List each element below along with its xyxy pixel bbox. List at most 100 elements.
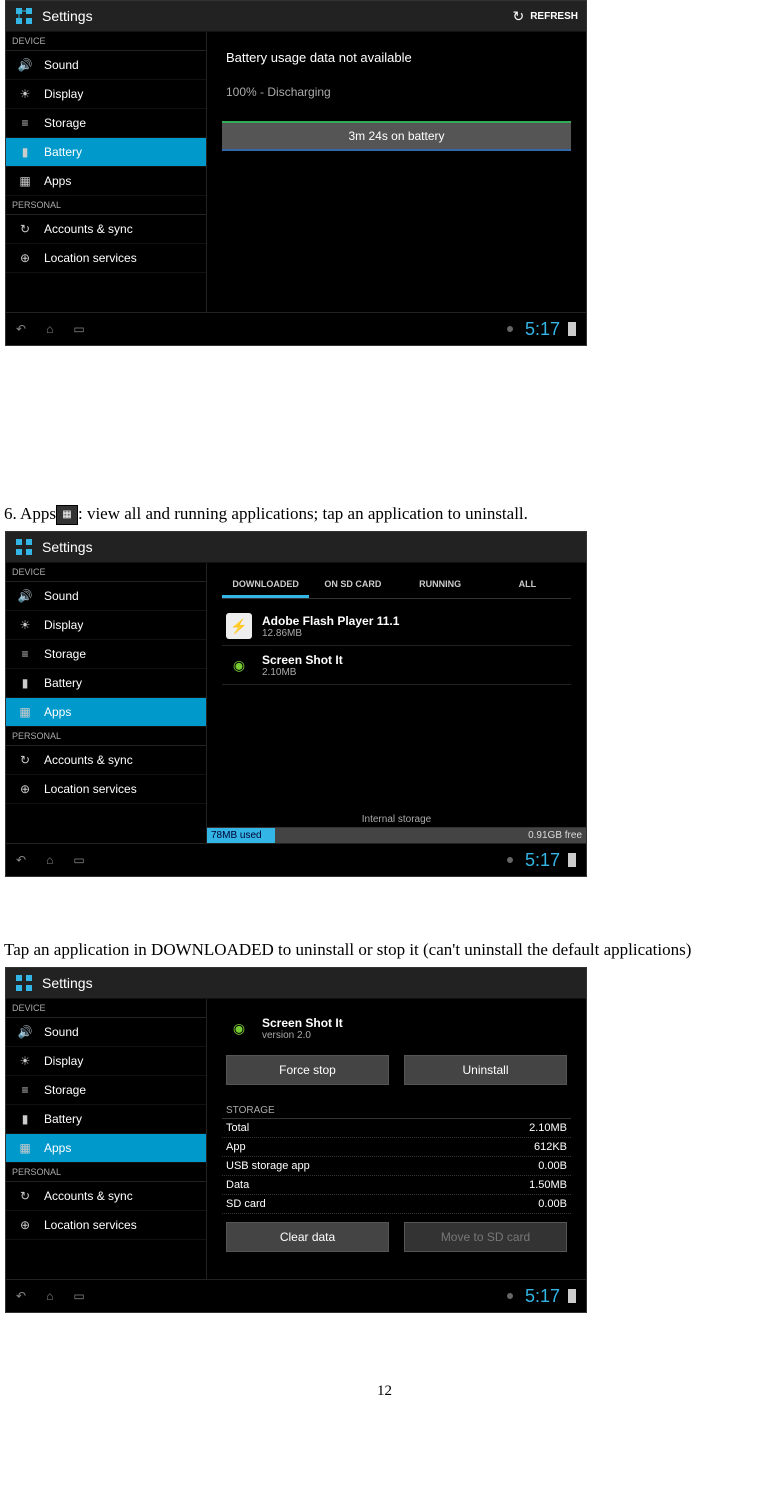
sidebar-item-storage[interactable]: ≡Storage — [6, 640, 206, 669]
sidebar-item-battery[interactable]: ▮Battery — [6, 669, 206, 698]
section-device: DEVICE — [6, 32, 206, 51]
battery-status-icon — [568, 322, 576, 336]
sidebar-item-accounts[interactable]: ↻Accounts & sync — [6, 746, 206, 775]
app-size: 2.10MB — [262, 667, 343, 678]
battery-msg: Battery usage data not available — [222, 42, 571, 73]
sidebar-item-storage[interactable]: ≡Storage — [6, 109, 206, 138]
status-dot — [507, 1293, 513, 1299]
app-detail-name: Screen Shot It — [262, 1016, 343, 1030]
back-icon[interactable]: ↶ — [16, 1289, 26, 1303]
sidebar-item-location[interactable]: ⊕ Location services — [6, 244, 206, 273]
storage-free: 0.91GB free — [524, 828, 586, 843]
settings-icon — [14, 537, 34, 557]
location-icon: ⊕ — [16, 1218, 34, 1232]
sync-icon: ↻ — [16, 1189, 34, 1203]
sidebar-item-apps[interactable]: ▦Apps — [6, 167, 206, 196]
back-icon[interactable]: ↶ — [16, 322, 26, 336]
battery-icon: ▮ — [16, 676, 34, 690]
location-icon: ⊕ — [16, 251, 34, 265]
battery-status-icon — [568, 853, 576, 867]
sidebar-item-label: Sound — [44, 58, 79, 72]
sidebar-item-sound[interactable]: 🔊Sound — [6, 51, 206, 80]
settings-sidebar: DEVICE 🔊Sound ☀Display ≡Storage ▮Battery… — [6, 563, 207, 843]
sidebar-item-storage[interactable]: ≡Storage — [6, 1076, 206, 1105]
app-detail-version: version 2.0 — [262, 1030, 343, 1041]
tab-downloaded[interactable]: DOWNLOADED — [222, 573, 309, 598]
apps-icon: ▦ — [16, 705, 34, 719]
navbar: ↶ ⌂ ▭ 5:17 — [6, 312, 586, 345]
storage-used: 78MB used — [207, 828, 275, 843]
refresh-icon[interactable]: ↻ — [512, 8, 524, 25]
sidebar-item-display[interactable]: ☀Display — [6, 611, 206, 640]
battery-status: 100% - Discharging — [222, 73, 571, 111]
recent-icon[interactable]: ▭ — [73, 1289, 84, 1303]
battery-status-icon — [568, 1289, 576, 1303]
sidebar-item-battery[interactable]: ▮Battery — [6, 138, 206, 167]
content-app-detail: ◉ Screen Shot It version 2.0 Force stop … — [207, 999, 586, 1279]
app-row-screenshot[interactable]: ◉ Screen Shot It 2.10MB — [222, 646, 571, 685]
content-battery: Battery usage data not available 100% - … — [207, 32, 586, 312]
app-row-flash[interactable]: ⚡ Adobe Flash Player 11.1 12.86MB — [222, 607, 571, 646]
clear-data-button[interactable]: Clear data — [226, 1222, 389, 1252]
stat-data: Data1.50MB — [222, 1176, 571, 1195]
clock: 5:17 — [525, 850, 560, 871]
status-dot — [507, 326, 513, 332]
doc-text-1: 6. Apps▦: view all and running applicati… — [0, 496, 769, 531]
sidebar-item-accounts[interactable]: ↻Accounts & sync — [6, 1182, 206, 1211]
location-icon: ⊕ — [16, 782, 34, 796]
status-dot — [507, 857, 513, 863]
sidebar-item-apps[interactable]: ▦Apps — [6, 698, 206, 727]
sidebar-item-sound[interactable]: 🔊Sound — [6, 582, 206, 611]
sidebar-item-label: Location services — [44, 251, 137, 265]
clock: 5:17 — [525, 319, 560, 340]
tab-running[interactable]: RUNNING — [397, 573, 484, 598]
recent-icon[interactable]: ▭ — [73, 322, 84, 336]
battery-icon: ▮ — [16, 145, 34, 159]
settings-sidebar: DEVICE 🔊Sound ☀Display ≡Storage ▮Battery… — [6, 999, 207, 1279]
stat-total: Total2.10MB — [222, 1119, 571, 1138]
settings-header: Settings — [6, 968, 586, 999]
tab-all[interactable]: ALL — [484, 573, 571, 598]
sidebar-item-accounts[interactable]: ↻Accounts & sync — [6, 215, 206, 244]
sidebar-item-location[interactable]: ⊕Location services — [6, 775, 206, 804]
storage-icon: ≡ — [16, 647, 34, 661]
screenshot-app-detail: Settings DEVICE 🔊Sound ☀Display ≡Storage… — [5, 967, 587, 1313]
android-icon: ◉ — [226, 1015, 252, 1041]
navbar: ↶ ⌂ ▭ 5:17 — [6, 843, 586, 876]
battery-icon: ▮ — [16, 1112, 34, 1126]
sidebar-item-display[interactable]: ☀Display — [6, 80, 206, 109]
apps-icon: ▦ — [16, 174, 34, 188]
header-title: Settings — [42, 975, 578, 991]
sound-icon: 🔊 — [16, 1025, 34, 1039]
settings-header: Settings ↻ REFRESH — [6, 1, 586, 32]
sidebar-item-label: Storage — [44, 116, 86, 130]
display-icon: ☀ — [16, 87, 34, 101]
sidebar-item-location[interactable]: ⊕Location services — [6, 1211, 206, 1240]
header-title: Settings — [42, 8, 512, 24]
tab-sdcard[interactable]: ON SD CARD — [309, 573, 396, 598]
screenshot-apps-list: Settings DEVICE 🔊Sound ☀Display ≡Storage… — [5, 531, 587, 877]
header-title: Settings — [42, 539, 578, 555]
home-icon[interactable]: ⌂ — [46, 322, 53, 336]
sidebar-item-battery[interactable]: ▮Battery — [6, 1105, 206, 1134]
move-sd-button: Move to SD card — [404, 1222, 567, 1252]
settings-sidebar: DEVICE 🔊Sound ☀Display ≡Storage ▮Battery… — [6, 32, 207, 312]
display-icon: ☀ — [16, 1054, 34, 1068]
battery-time-bar[interactable]: 3m 24s on battery — [222, 121, 571, 151]
sidebar-item-display[interactable]: ☀Display — [6, 1047, 206, 1076]
recent-icon[interactable]: ▭ — [73, 853, 84, 867]
force-stop-button[interactable]: Force stop — [226, 1055, 389, 1085]
section-personal: PERSONAL — [6, 1163, 206, 1182]
home-icon[interactable]: ⌂ — [46, 853, 53, 867]
section-device: DEVICE — [6, 563, 206, 582]
sound-icon: 🔊 — [16, 589, 34, 603]
sidebar-item-apps[interactable]: ▦Apps — [6, 1134, 206, 1163]
home-icon[interactable]: ⌂ — [46, 1289, 53, 1303]
back-icon[interactable]: ↶ — [16, 853, 26, 867]
clock: 5:17 — [525, 1286, 560, 1307]
android-icon: ◉ — [226, 652, 252, 678]
storage-summary: Internal storage 78MB used 0.91GB free — [207, 812, 586, 843]
refresh-label[interactable]: REFRESH — [530, 11, 578, 22]
sidebar-item-sound[interactable]: 🔊Sound — [6, 1018, 206, 1047]
uninstall-button[interactable]: Uninstall — [404, 1055, 567, 1085]
